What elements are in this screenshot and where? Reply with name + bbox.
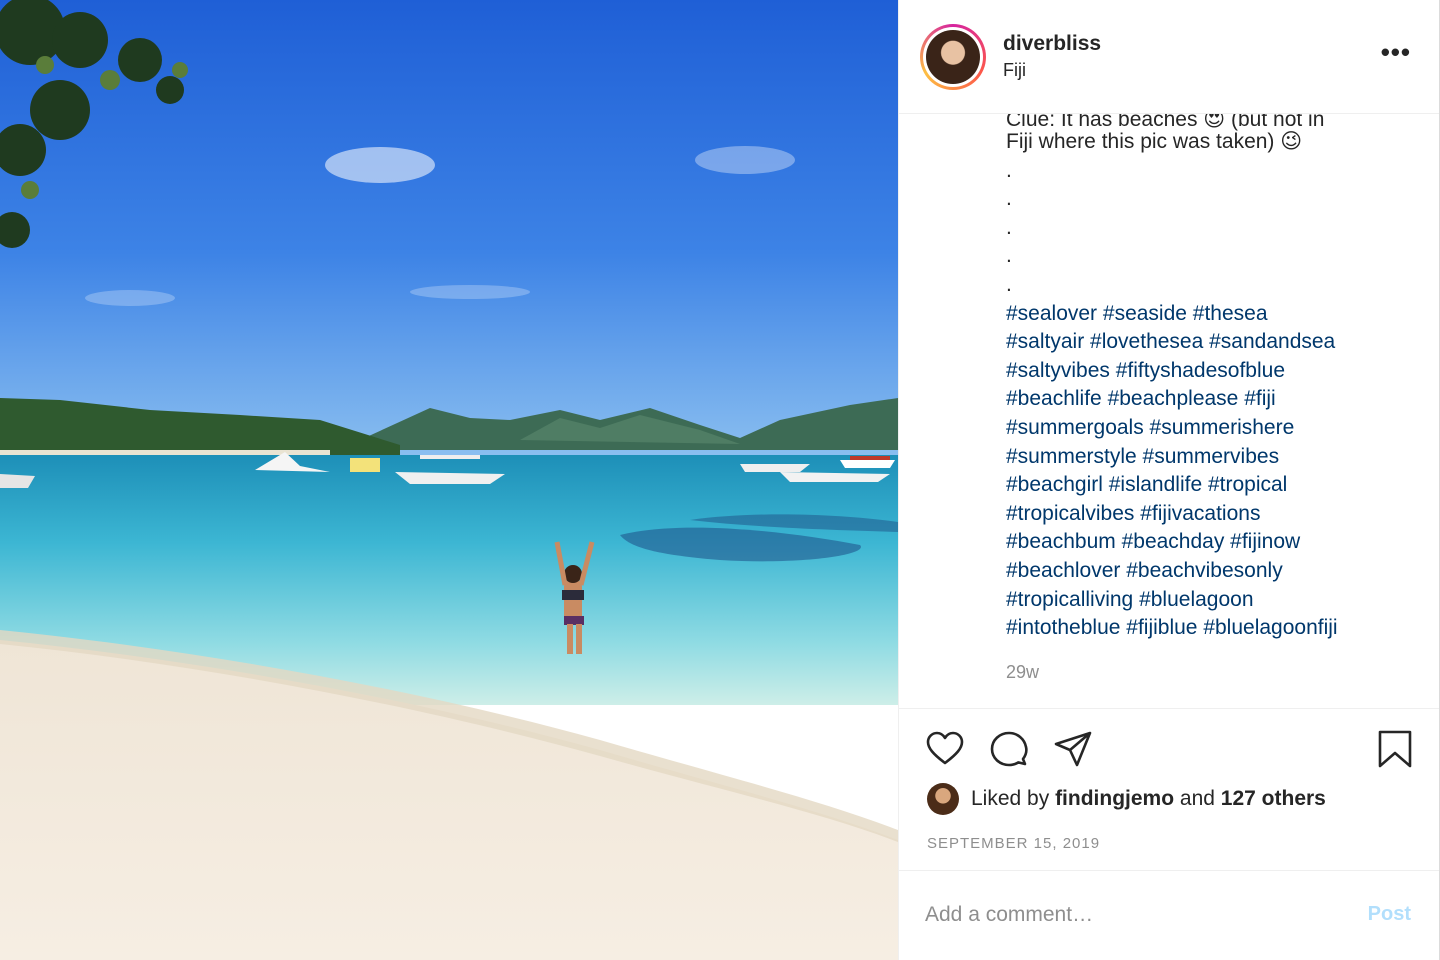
share-icon[interactable] [1053,729,1093,769]
hashtag-line[interactable]: #summerstyle #summervibes [1006,443,1426,472]
post-age[interactable]: 29w [1006,662,1039,683]
hashtag-line[interactable]: #tropicalvibes #fijivacations [1006,500,1426,529]
heart-icon[interactable] [925,729,965,769]
bookmark-icon[interactable] [1375,729,1415,769]
post-header: diverbliss Fiji ••• [899,0,1439,114]
hashtag-line[interactable]: #tropicalliving #bluelagoon [1006,586,1426,615]
caption-dot: . [1006,187,1012,211]
caption-cut-line: Clue: It has beaches 😍 (but not in [1006,114,1325,131]
caption-dot: . [1006,272,1012,296]
comment-icon[interactable] [989,729,1029,769]
post-comment-button[interactable]: Post [1368,903,1411,926]
hashtag-line[interactable]: #beachlife #beachplease #fiji [1006,385,1426,414]
story-avatar[interactable] [920,24,986,90]
hashtag-line[interactable]: #summergoals #summerishere [1006,414,1426,443]
caption-scroll-area[interactable]: Clue: It has beaches 😍 (but not in Fiji … [899,114,1439,708]
hashtag-line[interactable]: #beachbum #beachday #fijinow [1006,528,1426,557]
location-link[interactable]: Fiji [1003,60,1026,81]
post-actions: Liked by findingjemo and 127 others SEPT… [899,708,1439,870]
likes-count[interactable]: 127 others [1221,787,1326,810]
hashtag-line[interactable]: #intotheblue #fijiblue #bluelagoonfiji [1006,614,1426,643]
caption-dot: . [1006,244,1012,268]
liked-and: and [1179,787,1215,810]
hashtag-line[interactable]: #beachgirl #islandlife #tropical [1006,471,1426,500]
more-options-icon[interactable]: ••• [1381,39,1411,65]
profile-picture [926,30,980,84]
hashtag-line[interactable]: #saltyvibes #fiftyshadesofblue [1006,357,1426,386]
caption-text: Clue: It has beaches 😍 (but not in Fiji … [1006,114,1426,643]
post-date[interactable]: SEPTEMBER 15, 2019 [927,835,1100,852]
liker-avatar [927,783,959,815]
instagram-post: diverbliss Fiji ••• Clue: It has beaches… [0,0,1440,960]
beach-photo-illustration [0,0,898,960]
comment-composer: Post [899,870,1439,960]
caption-dot: . [1006,158,1012,182]
post-photo[interactable] [0,0,898,960]
liker-username[interactable]: findingjemo [1055,787,1174,810]
likes-summary[interactable]: Liked by findingjemo and 127 others [927,783,1326,815]
post-side-panel: diverbliss Fiji ••• Clue: It has beaches… [898,0,1440,960]
comment-input[interactable] [925,897,1325,933]
hashtag-line[interactable]: #sealover #seaside #thesea [1006,300,1426,329]
caption-dot: . [1006,215,1012,239]
hashtag-line[interactable]: #saltyair #lovethesea #sandandsea [1006,328,1426,357]
liked-by-prefix: Liked by [971,787,1050,810]
username-link[interactable]: diverbliss [1003,32,1101,56]
hashtag-line[interactable]: #beachlover #beachvibesonly [1006,557,1426,586]
